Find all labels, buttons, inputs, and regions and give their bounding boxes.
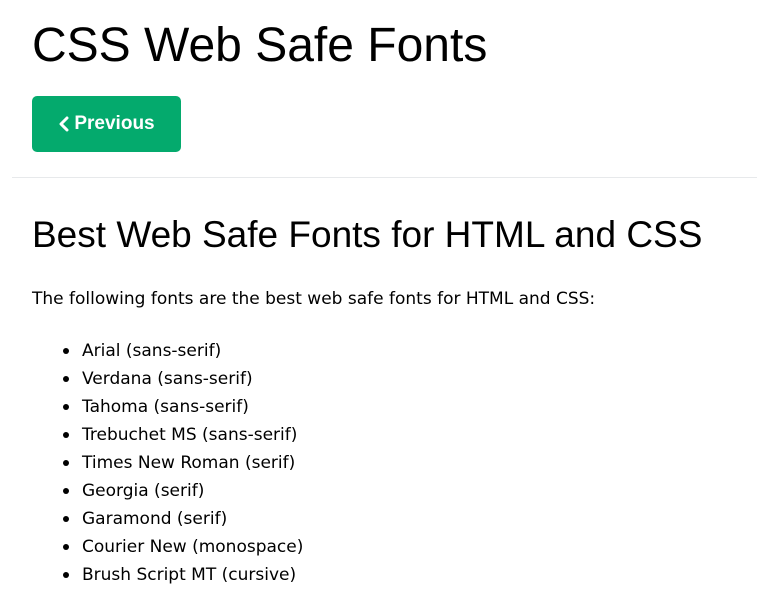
list-item: Garamond (serif) xyxy=(62,505,303,533)
list-item: Courier New (monospace) xyxy=(62,533,303,561)
previous-button[interactable]: Previous xyxy=(32,96,181,152)
intro-text: The following fonts are the best web saf… xyxy=(32,289,596,309)
list-item: Georgia (serif) xyxy=(62,477,303,505)
list-item: Trebuchet MS (sans-serif) xyxy=(62,421,303,449)
page-title: CSS Web Safe Fonts xyxy=(32,19,488,72)
section-heading: Best Web Safe Fonts for HTML and CSS xyxy=(32,214,703,255)
divider xyxy=(12,177,757,178)
list-item: Verdana (sans-serif) xyxy=(62,365,303,393)
list-item: Tahoma (sans-serif) xyxy=(62,393,303,421)
list-item: Arial (sans-serif) xyxy=(62,337,303,365)
list-item: Brush Script MT (cursive) xyxy=(62,561,303,589)
font-list: Arial (sans-serif) Verdana (sans-serif) … xyxy=(62,337,303,589)
list-item: Times New Roman (serif) xyxy=(62,449,303,477)
previous-button-label: Previous xyxy=(74,113,155,134)
chevron-left-icon xyxy=(58,116,70,132)
